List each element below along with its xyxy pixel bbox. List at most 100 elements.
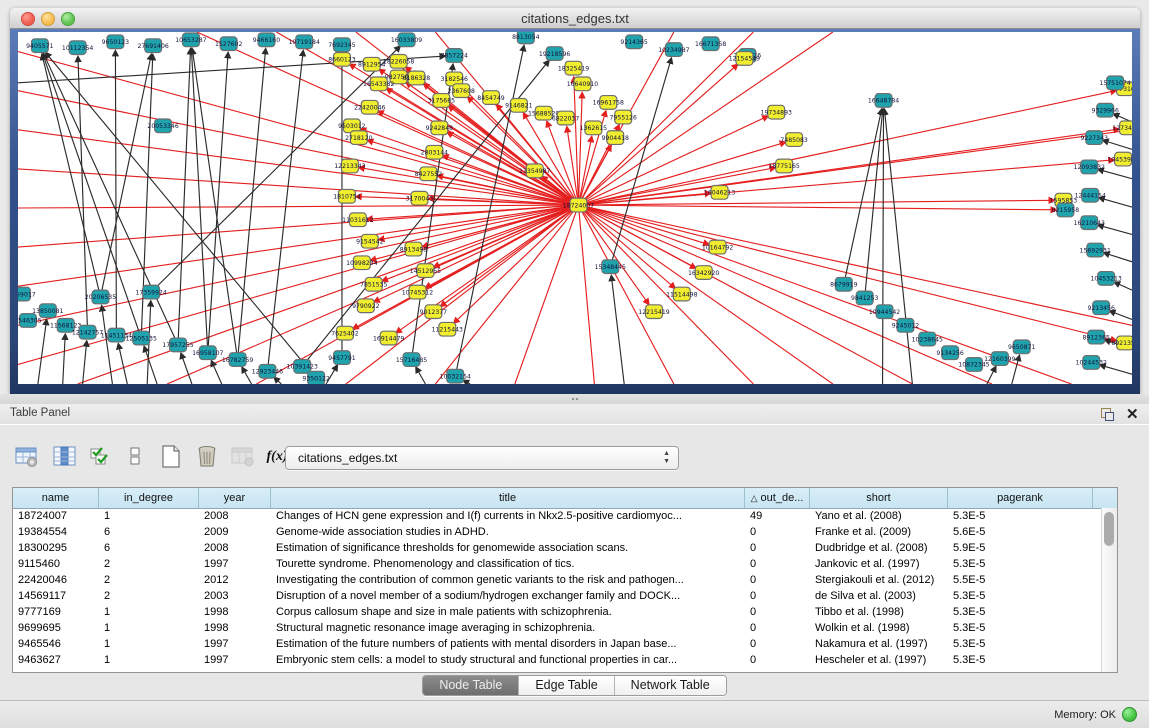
graph-node[interactable]: 16958107 [192,346,223,360]
graph-node[interactable]: 9213456 [1087,301,1115,315]
table-cell[interactable]: 5.3E-5 [948,510,1093,522]
graph-node[interactable]: 8454749 [477,91,505,105]
table-cell[interactable]: 5.3E-5 [948,638,1093,650]
table-row[interactable]: 977716911998Corpus callosum shape and si… [13,604,1102,620]
table-cell[interactable]: 2 [99,574,199,586]
table-cell[interactable]: 9115460 [13,558,99,570]
graph-node[interactable]: 12215419 [638,305,669,319]
table-cell[interactable]: 9463627 [13,654,99,666]
table-cell[interactable]: 5.3E-5 [948,606,1093,618]
table-cell[interactable]: 0 [745,606,810,618]
table-cell[interactable]: 0 [745,558,810,570]
graph-node[interactable]: 9650123 [102,35,130,49]
graph-node[interactable]: 19218596 [539,47,570,61]
graph-node[interactable]: 9466160 [253,33,281,47]
table-cell[interactable]: 6 [99,526,199,538]
table-row[interactable]: 946554611997Estimation of the future num… [13,636,1102,652]
graph-node[interactable]: 16210643 [1074,216,1105,230]
graph-node[interactable]: 2803144 [421,145,449,159]
graph-node[interactable]: 16640910 [567,77,598,91]
graph-node[interactable]: 8859017 [18,287,36,301]
column-header-out_de[interactable]: △out_de... [745,488,810,508]
graph-node[interactable]: 3170043 [406,191,434,205]
window-titlebar[interactable]: citations_edges.txt [10,8,1140,29]
panel-splitter[interactable] [0,394,1149,404]
show-columns-icon[interactable] [52,443,78,470]
tab-network-table[interactable]: Network Table [615,676,726,695]
select-rows-icon[interactable] [88,443,114,470]
graph-node[interactable]: 11031612 [342,213,373,227]
table-selector-dropdown[interactable]: citations_edges.txt ▲▼ [285,446,679,470]
graph-node[interactable]: 12444154 [1075,188,1106,202]
table-row[interactable]: 946362711997Embryonic stem cells: a mode… [13,652,1102,668]
graph-node[interactable]: 8921354 [1111,336,1132,350]
graph-node[interactable]: 16782759 [222,353,253,367]
table-cell[interactable]: 2012 [199,574,271,586]
table-cell[interactable]: 1 [99,638,199,650]
clear-selection-icon[interactable] [122,443,148,470]
table-cell[interactable]: Nakamura et al. (1997) [810,638,948,650]
table-cell[interactable]: 5.3E-5 [948,558,1093,570]
network-canvas[interactable]: 9405571101123549650123276914061065328715… [18,32,1132,384]
graph-node[interactable]: 8679919 [830,277,858,291]
table-cell[interactable]: 2008 [199,542,271,554]
graph-node[interactable]: 1810754 [333,189,361,203]
table-cell[interactable]: Genome-wide association studies in ADHD. [271,526,745,538]
table-mode-icon[interactable] [14,443,40,470]
table-cell[interactable]: 2 [99,558,199,570]
table-cell[interactable]: Changes of HCN gene expression and I(f) … [271,510,745,522]
table-cell[interactable]: 2 [99,590,199,602]
table-cell[interactable]: 9465546 [13,638,99,650]
graph-node[interactable]: 1527602 [215,37,243,51]
create-column-icon[interactable] [158,443,184,470]
table-cell[interactable]: 2009 [199,526,271,538]
table-cell[interactable]: Tourette syndrome. Phenomenology and cla… [271,558,745,570]
float-panel-icon[interactable] [1100,407,1114,421]
table-cell[interactable]: 14569117 [13,590,99,602]
graph-node[interactable]: 7485083 [780,133,808,147]
graph-node[interactable]: 9650871 [1008,340,1036,354]
memory-indicator[interactable]: Memory: OK [1054,707,1137,722]
table-cell[interactable]: 2008 [199,510,271,522]
graph-node[interactable]: 9457791 [328,351,356,365]
table-cell[interactable]: 1 [99,510,199,522]
table-cell[interactable]: 5.3E-5 [948,590,1093,602]
graph-node[interactable]: 9546305 [18,314,42,328]
table-cell[interactable]: 5.9E-5 [948,542,1093,554]
table-cell[interactable]: Investigating the contribution of common… [271,574,745,586]
column-header-year[interactable]: year [199,488,271,508]
graph-node[interactable]: 8912365 [1083,330,1111,344]
graph-node[interactable]: 10244532 [1076,356,1107,370]
graph-node[interactable]: 15348445 [595,260,626,274]
table-cell[interactable]: Wolkin et al. (1998) [810,622,948,634]
table-cell[interactable]: 5.5E-5 [948,574,1093,586]
table-cell[interactable]: Structural magnetic resonance image aver… [271,622,745,634]
table-cell[interactable]: Estimation of significance thresholds fo… [271,542,745,554]
graph-node[interactable]: 15692931 [1080,243,1111,257]
graph-node[interactable]: 13850081 [32,304,63,318]
table-cell[interactable]: 1998 [199,622,271,634]
graph-node[interactable]: 10998234 [346,256,377,270]
table-scrollbar-thumb[interactable] [1104,512,1114,546]
graph-node[interactable]: 16648784 [868,94,899,108]
table-scrollbar[interactable] [1101,508,1117,672]
table-row[interactable]: 2242004622012Investigating the contribut… [13,572,1102,588]
table-cell[interactable]: Tibbo et al. (1998) [810,606,948,618]
graph-node[interactable]: 8813054 [512,32,540,44]
table-cell[interactable]: 0 [745,526,810,538]
delete-table-icon[interactable] [230,443,256,470]
table-cell[interactable]: 18724007 [13,510,99,522]
table-cell[interactable]: Franke et al. (2009) [810,526,948,538]
graph-node[interactable]: 15716485 [396,353,427,367]
tab-node-table[interactable]: Node Table [423,676,519,695]
graph-node[interactable]: 20053346 [147,119,178,133]
table-row[interactable]: 1456911722003Disruption of a novel membe… [13,588,1102,604]
tab-edge-table[interactable]: Edge Table [519,676,614,695]
citation-network-graph[interactable]: 9405571101123549650123276914061065328715… [18,32,1132,384]
graph-node[interactable]: 7692345 [328,38,356,52]
table-cell[interactable]: 9777169 [13,606,99,618]
graph-node[interactable]: 10032154 [440,369,471,383]
table-cell[interactable]: Estimation of the future numbers of pati… [271,638,745,650]
table-cell[interactable]: 19384554 [13,526,99,538]
table-cell[interactable]: 22420046 [13,574,99,586]
